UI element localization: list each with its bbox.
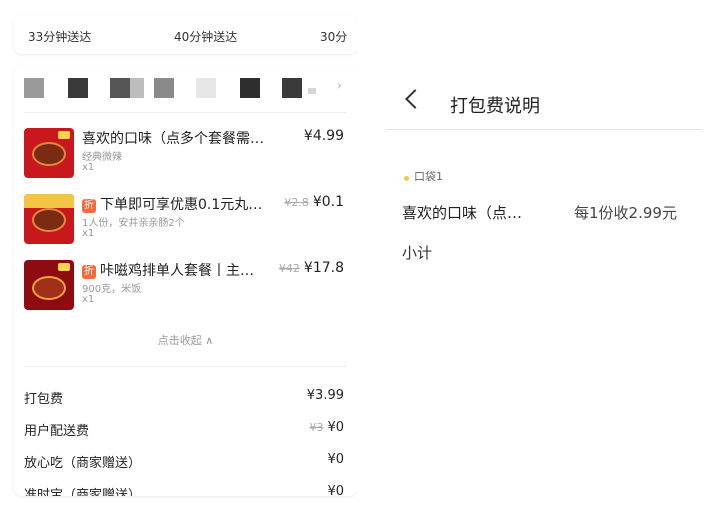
food-image-icon <box>32 276 66 300</box>
fee-row-safe-eat: 放心吃（商家赠送） ¥0 <box>24 452 344 474</box>
item-name-group: 折咔嗞鸡排单人套餐丨主… <box>82 260 272 280</box>
bag-label: 口袋1 <box>414 170 443 183</box>
fee-value: ¥0 <box>327 452 344 467</box>
redacted-shop-name[interactable]: › <box>24 76 344 100</box>
subtotal-label: 小计 <box>402 244 433 262</box>
redaction-block <box>130 78 144 98</box>
promo-ribbon-icon <box>24 194 74 208</box>
delivery-option[interactable]: 40分钟送达 <box>174 28 237 45</box>
fee-label: 用户配送费 <box>24 424 90 439</box>
redaction-block <box>154 78 174 98</box>
item-name: 咔嗞鸡排单人套餐丨主… <box>100 263 254 279</box>
redaction-block <box>68 78 88 98</box>
divider <box>386 129 702 130</box>
fee-label: 准时宝（商家赠送） <box>24 488 142 496</box>
item-quantity: x1 <box>82 162 95 173</box>
delivery-option[interactable]: 33分钟送达 <box>28 28 91 45</box>
order-item[interactable]: 折咔嗞鸡排单人套餐丨主… 900克，米饭 x1 ¥42 ¥17.8 <box>24 260 344 320</box>
redaction-block <box>308 88 316 94</box>
original-price: ¥2.8 <box>284 196 309 209</box>
item-spec: 经典微辣 <box>82 152 122 163</box>
chevron-right-icon: › <box>336 78 342 94</box>
item-spec: 900克，米饭 <box>82 284 142 295</box>
food-image-icon <box>32 208 66 232</box>
redaction-block <box>24 78 44 98</box>
collapse-button[interactable]: 点击收起 ∧ <box>14 332 357 348</box>
fee-value: ¥0 <box>327 420 344 435</box>
discount-badge: 折 <box>82 199 96 213</box>
item-price-group: ¥4.99 <box>304 128 344 144</box>
fee-item-name: 喜欢的口味（点… <box>402 204 523 222</box>
item-price: ¥17.8 <box>303 260 344 276</box>
fee-value: ¥3.99 <box>306 388 344 403</box>
delivery-option[interactable]: 30分 <box>320 28 347 45</box>
brand-logo-icon <box>58 131 70 139</box>
divider <box>24 366 347 367</box>
order-panel: 33分钟送达 40分钟送达 30分 › 喜欢的口味（点多个套餐需要… 经典微辣 <box>0 0 357 510</box>
redaction-block <box>110 78 130 98</box>
redaction-block <box>240 78 260 98</box>
discount-badge: 折 <box>82 265 96 279</box>
item-price-group: ¥42 ¥17.8 <box>279 260 344 276</box>
fee-row-delivery: 用户配送费 ¥3 ¥0 <box>24 420 344 442</box>
redaction-block <box>282 78 302 98</box>
item-spec: 1人份，安井亲亲肠2个 <box>82 218 185 229</box>
delivery-time-strip: 33分钟送达 40分钟送达 30分 <box>14 14 357 54</box>
fee-label: 打包费 <box>24 392 64 407</box>
fee-value: ¥0 <box>327 484 344 496</box>
page-title: 打包费说明 <box>450 96 540 117</box>
food-thumbnail <box>24 194 74 244</box>
packaging-fee-detail-panel: 打包费说明 口袋1 喜欢的口味（点… 每1份收2.99元 小计 <box>386 72 702 292</box>
food-image-icon <box>32 142 66 166</box>
food-thumbnail <box>24 260 74 310</box>
item-quantity: x1 <box>82 294 95 305</box>
fee-item-rate: 每1份收2.99元 <box>574 204 677 222</box>
fee-row-packaging[interactable]: 打包费 ¥3.99 <box>24 388 344 410</box>
brand-logo-icon <box>58 263 70 271</box>
order-item[interactable]: 折下单即可享优惠0.1元丸… 1人份，安井亲亲肠2个 x1 ¥2.8 ¥0.1 <box>24 194 344 254</box>
fee-row-on-time: 准时宝（商家赠送） ¥0 <box>24 484 344 496</box>
fee-label: 放心吃（商家赠送） <box>24 456 142 471</box>
fee-value-group: ¥3 ¥0 <box>309 420 344 435</box>
divider <box>24 112 347 113</box>
item-price: ¥4.99 <box>303 128 344 144</box>
item-quantity: x1 <box>82 228 95 239</box>
original-price: ¥42 <box>278 262 300 275</box>
original-fee: ¥3 <box>309 421 324 434</box>
item-price-group: ¥2.8 ¥0.1 <box>284 194 344 210</box>
order-card: › 喜欢的口味（点多个套餐需要… 经典微辣 x1 ¥4.99 折下单即可享优惠0… <box>14 66 357 496</box>
redaction-block <box>196 78 216 98</box>
item-name: 下单即可享优惠0.1元丸… <box>100 197 263 213</box>
item-name: 喜欢的口味（点多个套餐需要… <box>82 131 272 147</box>
item-name-group: 折下单即可享优惠0.1元丸… <box>82 194 272 214</box>
item-price: ¥0.1 <box>312 194 344 210</box>
back-arrow-icon[interactable] <box>405 89 425 109</box>
bag-dot-icon <box>404 176 409 181</box>
food-thumbnail <box>24 128 74 178</box>
order-item[interactable]: 喜欢的口味（点多个套餐需要… 经典微辣 x1 ¥4.99 <box>24 128 344 188</box>
